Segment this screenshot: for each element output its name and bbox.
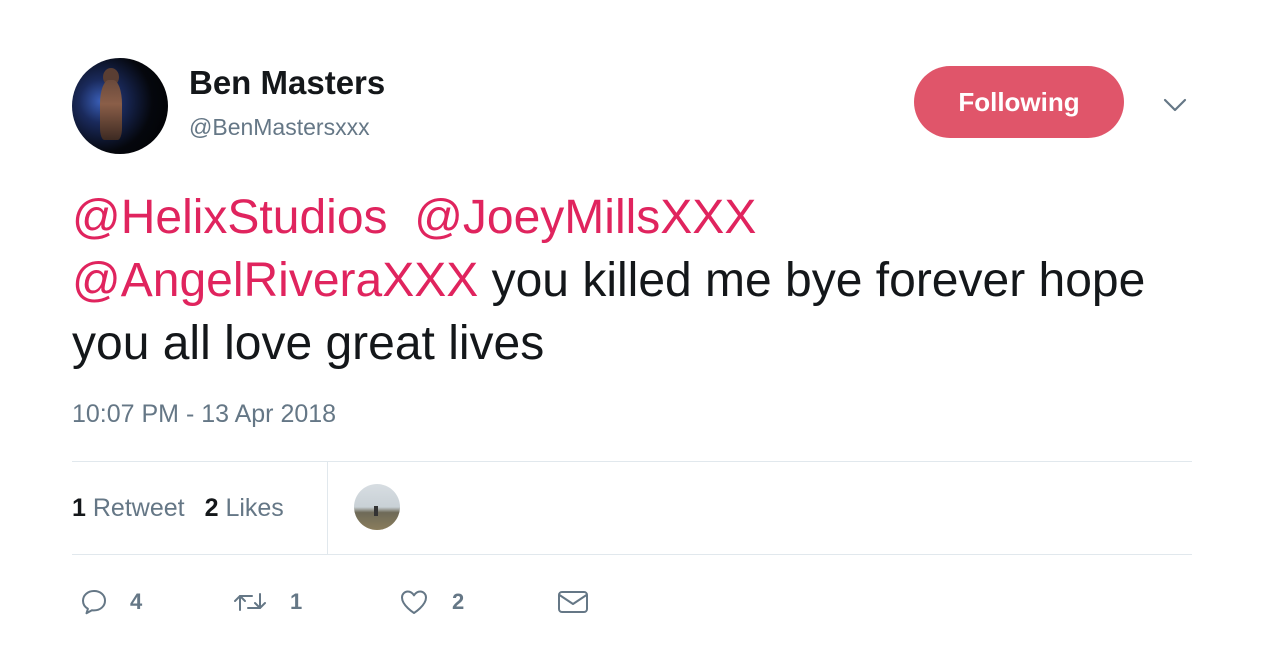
stats-separator [327,462,328,554]
following-button[interactable]: Following [914,66,1124,138]
author-handle[interactable]: @BenMastersxxx [189,114,370,141]
mention-link[interactable]: @HelixStudios [72,191,388,244]
tweet-text: @HelixStudios @JoeyMillsXXX @AngelRivera… [72,186,1212,375]
avatar-figure-body [100,80,122,140]
likes-stat[interactable]: 2 Likes [205,494,284,523]
retweet-stat-label: Retweet [92,493,185,522]
author-name[interactable]: Ben Masters [189,64,385,102]
reply-count: 4 [130,589,143,614]
like-count: 2 [452,589,465,614]
tweet-stats: 1 Retweet 2 Likes [72,462,304,554]
divider [72,554,1192,555]
retweet-stat-count: 1 [72,493,86,522]
likes-stat-count: 2 [204,493,219,522]
chevron-down-icon[interactable] [1160,90,1190,120]
heart-icon [401,590,427,614]
reply-button[interactable]: 4 [78,586,142,618]
retweet-stat[interactable]: 1 Retweet [72,494,185,523]
mail-icon [558,591,588,613]
retweet-button[interactable]: 1 [232,586,302,618]
liker-avatar[interactable] [354,484,400,530]
mention-link[interactable]: @JoeyMillsXXX [414,191,756,244]
likes-stat-label: Likes [225,493,284,522]
tweet-timestamp[interactable]: 10:07 PM - 13 Apr 2018 [72,400,336,429]
retweet-count: 1 [290,589,303,614]
reply-icon [82,590,106,615]
like-button[interactable]: 2 [398,586,464,618]
author-avatar[interactable] [72,58,168,154]
retweet-icon [234,593,266,611]
mention-link[interactable]: @AngelRiveraXXX [72,254,478,307]
direct-message-button[interactable] [556,586,590,618]
liker-avatar-figure [374,506,378,516]
